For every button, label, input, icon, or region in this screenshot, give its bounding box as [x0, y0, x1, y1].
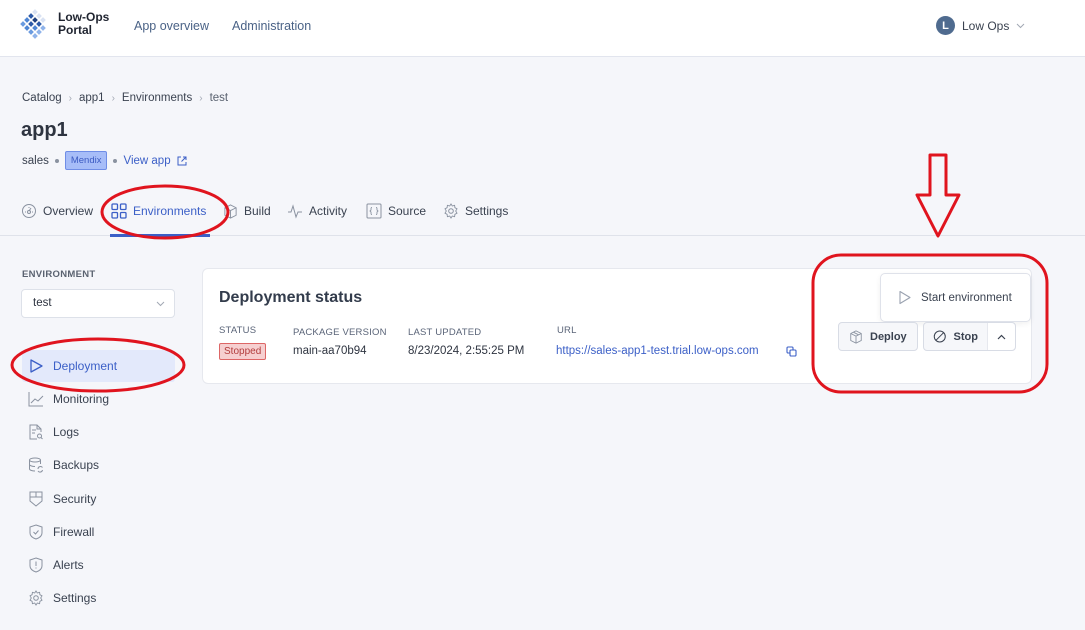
shield-panel-icon: [29, 491, 43, 507]
stop-button[interactable]: Stop: [924, 323, 988, 350]
logo-line2: Portal: [58, 23, 93, 37]
file-search-icon: [29, 424, 43, 440]
tab-label: Overview: [43, 204, 94, 218]
logo-icon[interactable]: [20, 8, 50, 40]
active-tab-indicator: [110, 234, 210, 237]
user-menu[interactable]: L Low Ops: [936, 16, 1025, 35]
gear-icon: [29, 590, 43, 606]
breadcrumb: Catalog › app1 › Environments › test: [22, 92, 228, 104]
environment-selected: test: [33, 297, 52, 309]
sidebar-item-label: Deployment: [53, 359, 118, 373]
tab-settings[interactable]: Settings: [443, 202, 508, 220]
deploy-label: Deploy: [870, 330, 907, 343]
sidebar-item-label: Monitoring: [53, 392, 110, 406]
tab-label: Source: [388, 204, 427, 218]
play-icon: [30, 359, 43, 373]
external-link-icon: [177, 156, 187, 165]
app-tabs: Overview Environments Build Activity Sou…: [0, 196, 1085, 237]
start-environment-label: Start environment: [921, 291, 1012, 304]
breadcrumb-catalog[interactable]: Catalog: [22, 92, 62, 104]
deploy-button[interactable]: Deploy: [838, 322, 918, 351]
view-app-label: View app: [123, 154, 171, 167]
chart-line-icon: [28, 392, 44, 407]
platform-badge: Mendix: [64, 151, 108, 170]
tab-activity[interactable]: Activity: [287, 202, 347, 220]
avatar: L: [936, 16, 955, 35]
grid-icon: [111, 203, 127, 219]
sidebar-item-label: Security: [53, 492, 97, 506]
chevron-up-icon: [997, 334, 1006, 339]
activity-icon: [288, 204, 302, 219]
tab-label: Environments: [133, 204, 207, 218]
shield-alert-icon: [29, 557, 43, 573]
logo-text[interactable]: Low-Ops Portal: [58, 11, 109, 37]
team-name: sales: [22, 154, 49, 167]
braces-icon: [366, 203, 382, 219]
sidebar-item-monitoring[interactable]: Monitoring: [22, 383, 175, 415]
last-updated-value: 8/23/2024, 2:55:25 PM: [408, 345, 525, 357]
database-refresh-icon: [29, 457, 43, 473]
sidebar-item-logs[interactable]: Logs: [22, 416, 175, 448]
gear-icon: [444, 203, 458, 219]
chevron-down-icon: [1017, 23, 1025, 28]
more-actions-toggle[interactable]: [988, 323, 1015, 350]
chevron-right-icon: ›: [111, 92, 115, 104]
chevron-down-icon: [156, 301, 165, 307]
package-version-value: main-aa70b94: [293, 345, 367, 357]
play-icon: [899, 290, 911, 305]
sidebar-item-security[interactable]: Security: [22, 483, 175, 515]
breadcrumb-test: test: [209, 92, 229, 104]
tab-overview[interactable]: Overview: [21, 202, 93, 220]
environment-label: ENVIRONMENT: [22, 269, 96, 280]
package-icon: [224, 203, 237, 219]
chevron-right-icon: ›: [68, 92, 72, 104]
last-updated-label: LAST UPDATED: [408, 327, 482, 338]
tab-label: Build: [244, 204, 271, 218]
card-title: Deployment status: [219, 289, 363, 306]
sidebar-item-alerts[interactable]: Alerts: [22, 549, 175, 581]
start-environment-menu-item[interactable]: Start environment: [880, 273, 1031, 322]
nav-administration[interactable]: Administration: [232, 19, 311, 33]
shield-check-icon: [29, 524, 43, 540]
package-icon: [850, 329, 862, 344]
stop-label: Stop: [953, 330, 978, 343]
separator-dot: [54, 158, 59, 163]
environment-select[interactable]: test: [21, 289, 175, 318]
sidebar-item-label: Logs: [53, 425, 80, 439]
stop-split-button: Stop: [923, 322, 1016, 351]
top-bar: Low-Ops Portal App overview Administrati…: [0, 0, 1085, 57]
ban-icon: [933, 330, 946, 343]
view-app-link[interactable]: View app: [123, 154, 187, 167]
app-meta: sales Mendix View app: [22, 151, 187, 170]
environment-url-link[interactable]: https://sales-app1-test.trial.low-ops.co…: [556, 345, 759, 357]
sidebar-item-deployment[interactable]: Deployment: [22, 350, 175, 382]
tab-source[interactable]: Source: [366, 202, 426, 220]
user-name: Low Ops: [962, 18, 1010, 33]
breadcrumb-environments[interactable]: Environments: [122, 92, 192, 104]
sidebar-item-firewall[interactable]: Firewall: [22, 516, 175, 548]
sidebar-item-label: Firewall: [53, 525, 95, 539]
tab-build[interactable]: Build: [223, 202, 271, 220]
nav-app-overview[interactable]: App overview: [134, 19, 209, 33]
tab-label: Activity: [309, 204, 348, 218]
sidebar-item-label: Alerts: [53, 558, 84, 572]
tab-label: Settings: [465, 204, 509, 218]
separator-dot: [113, 158, 118, 163]
status-badge: Stopped: [219, 343, 267, 360]
sidebar-item-label: Backups: [53, 458, 100, 472]
sidebar-item-settings[interactable]: Settings: [22, 582, 175, 614]
package-version-label: PACKAGE VERSION: [293, 327, 387, 338]
sidebar-item-label: Settings: [53, 591, 97, 605]
status-label: STATUS: [219, 325, 257, 336]
chevron-right-icon: ›: [199, 92, 203, 104]
gauge-icon: [22, 204, 36, 218]
sidebar-item-backups[interactable]: Backups: [22, 449, 175, 481]
url-label: URL: [557, 325, 577, 336]
copy-icon[interactable]: [786, 346, 797, 357]
page-title: app1: [21, 119, 68, 141]
breadcrumb-app1[interactable]: app1: [79, 92, 105, 104]
tab-environments[interactable]: Environments: [111, 202, 206, 220]
